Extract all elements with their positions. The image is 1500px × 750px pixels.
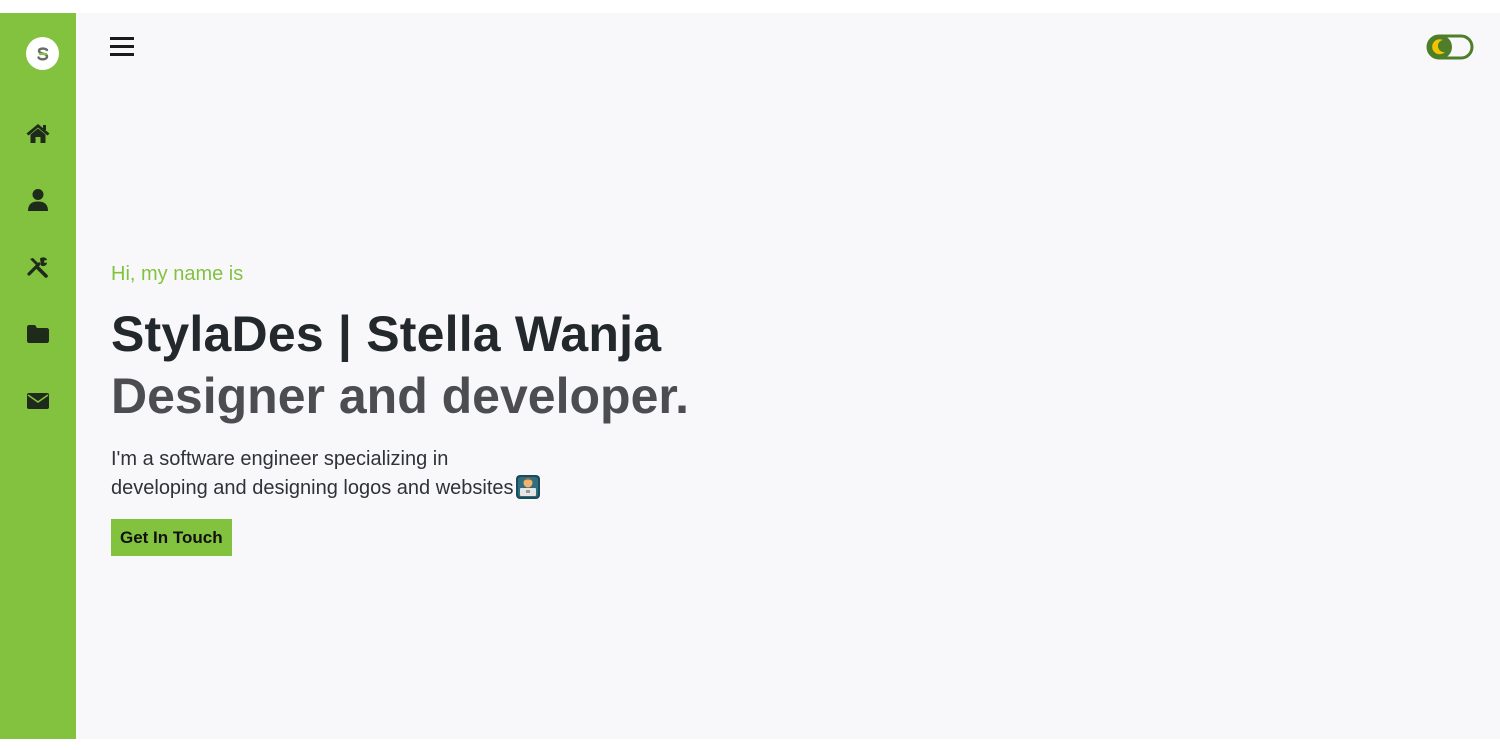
home-icon xyxy=(26,124,50,143)
sidebar-item-about[interactable] xyxy=(24,186,52,214)
dark-mode-toggle-icon[interactable] xyxy=(1426,33,1474,61)
sidebar-item-home[interactable] xyxy=(24,119,52,147)
get-in-touch-button[interactable]: Get In Touch xyxy=(111,519,232,556)
hero-description: I'm a software engineer specializing in … xyxy=(111,445,591,503)
hamburger-menu-icon[interactable] xyxy=(109,35,137,61)
hero-greeting: Hi, my name is xyxy=(111,263,244,285)
sidebar-item-services[interactable] xyxy=(24,253,52,281)
sidebar-item-contact[interactable] xyxy=(24,387,52,415)
styldes-logo-icon[interactable] xyxy=(26,37,59,70)
hero-name: StylaDes | Stella Wanja xyxy=(111,306,662,362)
envelope-icon xyxy=(27,393,49,409)
hero-description-line-1: I'm a software engineer specializing in xyxy=(111,448,449,470)
sidebar xyxy=(0,13,76,739)
technologist-emoji-icon xyxy=(515,475,540,499)
folder-icon xyxy=(27,325,49,343)
tools-icon xyxy=(27,257,48,278)
hero-section: Hi, my name is StylaDes | Stella Wanja D… xyxy=(111,261,811,556)
sidebar-item-portfolio[interactable] xyxy=(24,320,52,348)
main-content: Hi, my name is StylaDes | Stella Wanja D… xyxy=(76,13,1500,739)
user-icon xyxy=(28,189,48,211)
hero-description-line-2: developing and designing logos and websi… xyxy=(111,477,514,499)
page-frame: Hi, my name is StylaDes | Stella Wanja D… xyxy=(0,13,1500,739)
hero-role: Designer and developer. xyxy=(111,368,689,424)
